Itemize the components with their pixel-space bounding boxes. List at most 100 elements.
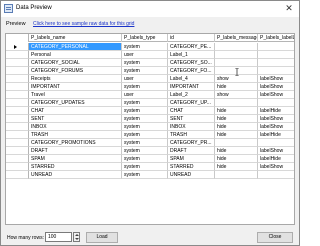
row-header[interactable]	[6, 99, 29, 107]
table-cell[interactable]: system	[122, 155, 168, 163]
row-header[interactable]	[6, 107, 29, 115]
table-cell[interactable]: system	[122, 107, 168, 115]
table-row[interactable]: SPAM system SPAM hide labelHide	[6, 155, 294, 163]
table-cell[interactable]: TRASH	[29, 131, 122, 139]
table-row[interactable]: Travel user Label_2 show labelShow	[6, 91, 294, 99]
table-cell[interactable]: CHAT	[168, 107, 215, 115]
table-cell[interactable]: Travel	[29, 91, 122, 99]
table-cell[interactable]: CHAT	[29, 107, 122, 115]
table-cell[interactable]: hide	[215, 107, 258, 115]
table-cell[interactable]	[258, 59, 294, 67]
table-cell[interactable]: labelShow	[258, 115, 294, 123]
table-cell[interactable]: system	[122, 43, 168, 51]
table-cell[interactable]: UNREAD	[29, 171, 122, 179]
table-cell[interactable]: CATEGORY_SOCIAL	[29, 59, 122, 67]
title-bar[interactable]: Data Preview ✕	[1, 1, 299, 17]
row-header[interactable]	[6, 51, 29, 59]
table-cell[interactable]: DRAFT	[168, 147, 215, 155]
spin-up-icon[interactable]	[75, 234, 79, 236]
table-cell[interactable]: CATEGORY_PERSONAL	[29, 43, 122, 51]
table-row[interactable]: SENT system SENT hide labelShow	[6, 115, 294, 123]
table-cell[interactable]	[215, 171, 258, 179]
row-header[interactable]	[6, 147, 29, 155]
table-cell[interactable]: system	[122, 123, 168, 131]
table-cell[interactable]: INBOX	[168, 123, 215, 131]
table-cell[interactable]: system	[122, 67, 168, 75]
row-header[interactable]	[6, 115, 29, 123]
rows-count-spinner[interactable]	[73, 232, 80, 242]
table-cell[interactable]: hide	[215, 123, 258, 131]
table-cell[interactable]: Personal	[29, 51, 122, 59]
row-header[interactable]	[6, 43, 29, 51]
table-row[interactable]: UNREAD system UNREAD	[6, 171, 294, 179]
table-cell[interactable]: Label_4	[168, 75, 215, 83]
table-cell[interactable]	[215, 139, 258, 147]
row-header[interactable]	[6, 155, 29, 163]
table-cell[interactable]: STARRED	[168, 163, 215, 171]
row-header[interactable]	[6, 67, 29, 75]
table-cell[interactable]: user	[122, 51, 168, 59]
table-cell[interactable]	[258, 99, 294, 107]
table-row[interactable]: TRASH system TRASH hide labelHide	[6, 131, 294, 139]
row-header[interactable]	[6, 91, 29, 99]
table-cell[interactable]: SPAM	[29, 155, 122, 163]
table-cell[interactable]: system	[122, 139, 168, 147]
table-cell[interactable]: hide	[215, 115, 258, 123]
table-cell[interactable]	[258, 139, 294, 147]
row-header[interactable]	[6, 123, 29, 131]
table-cell[interactable]: show	[215, 91, 258, 99]
table-cell[interactable]: system	[122, 131, 168, 139]
table-cell[interactable]	[215, 59, 258, 67]
table-cell[interactable]: system	[122, 115, 168, 123]
row-header[interactable]	[6, 139, 29, 147]
row-header[interactable]	[6, 83, 29, 91]
table-cell[interactable]	[258, 171, 294, 179]
table-cell[interactable]: labelShow	[258, 83, 294, 91]
table-cell[interactable]: CATEGORY_SO...	[168, 59, 215, 67]
row-header[interactable]	[6, 131, 29, 139]
column-header[interactable]: P_labels_type	[122, 34, 168, 42]
table-cell[interactable]: UNREAD	[168, 171, 215, 179]
table-row[interactable]: CHAT system CHAT hide labelHide	[6, 107, 294, 115]
table-cell[interactable]: SENT	[168, 115, 215, 123]
table-cell[interactable]: CATEGORY_UPDATES	[29, 99, 122, 107]
table-cell[interactable]: Receipts	[29, 75, 122, 83]
table-cell[interactable]: system	[122, 83, 168, 91]
table-cell[interactable]: Label_1	[168, 51, 215, 59]
table-cell[interactable]: hide	[215, 163, 258, 171]
table-cell[interactable]	[258, 51, 294, 59]
table-cell[interactable]: system	[122, 171, 168, 179]
row-header[interactable]	[6, 75, 29, 83]
table-row[interactable]: CATEGORY_FORUMS system CATEGORY_FO...	[6, 67, 294, 75]
sample-data-link[interactable]: Click here to see sample raw data for th…	[33, 21, 134, 27]
table-cell[interactable]: DRAFT	[29, 147, 122, 155]
spin-down-icon[interactable]	[75, 238, 79, 240]
table-cell[interactable]: CATEGORY_FO...	[168, 67, 215, 75]
table-cell[interactable]: user	[122, 75, 168, 83]
table-cell[interactable]: show	[215, 75, 258, 83]
column-header[interactable]: P_labels_name	[29, 34, 122, 42]
table-cell[interactable]: hide	[215, 131, 258, 139]
table-cell[interactable]: labelHide	[258, 131, 294, 139]
row-header[interactable]	[6, 59, 29, 67]
table-cell[interactable]: labelShow	[258, 91, 294, 99]
table-cell[interactable]: labelShow	[258, 123, 294, 131]
table-row[interactable]: STARRED system STARRED hide labelShow	[6, 163, 294, 171]
data-grid[interactable]: P_labels_name P_labels_type id P_labels_…	[5, 33, 295, 225]
table-row[interactable]: IMPORTANT system IMPORTANT hide labelShow	[6, 83, 294, 91]
table-cell[interactable]: system	[122, 147, 168, 155]
table-cell[interactable]: SPAM	[168, 155, 215, 163]
table-cell[interactable]: hide	[215, 147, 258, 155]
table-cell[interactable]: CATEGORY_PROMOTIONS	[29, 139, 122, 147]
table-row[interactable]: DRAFT system DRAFT hide labelShow	[6, 147, 294, 155]
table-cell[interactable]: system	[122, 163, 168, 171]
table-cell[interactable]: hide	[215, 83, 258, 91]
table-cell[interactable]: TRASH	[168, 131, 215, 139]
load-button[interactable]: Load	[86, 232, 118, 243]
header-corner[interactable]	[6, 34, 29, 42]
table-cell[interactable]: user	[122, 91, 168, 99]
table-cell[interactable]: labelShow	[258, 75, 294, 83]
table-row[interactable]: Personal user Label_1	[6, 51, 294, 59]
table-cell[interactable]: IMPORTANT	[29, 83, 122, 91]
column-header[interactable]: id	[168, 34, 215, 42]
